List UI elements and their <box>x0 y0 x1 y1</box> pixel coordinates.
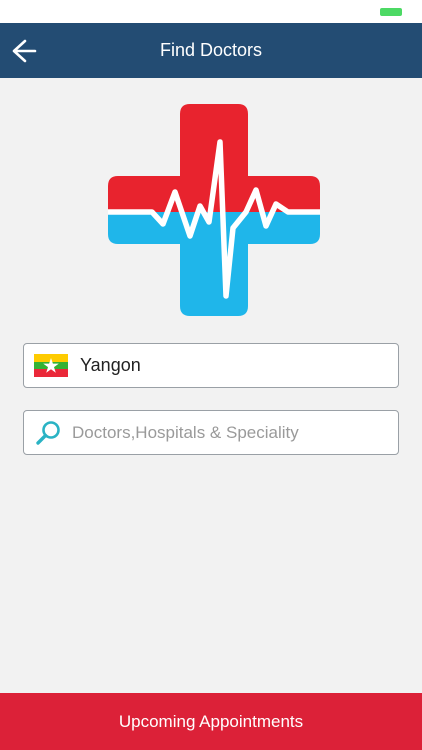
location-value: Yangon <box>80 355 141 375</box>
navigation-bar: Find Doctors <box>0 23 422 78</box>
location-selector[interactable]: Yangon <box>23 343 399 388</box>
search-field[interactable] <box>23 410 399 455</box>
upcoming-appointments-button[interactable]: Upcoming Appointments <box>0 693 422 750</box>
page-title: Find Doctors <box>159 40 263 60</box>
search-input[interactable] <box>72 422 372 443</box>
upcoming-appointments-label: Upcoming Appointments <box>118 711 304 731</box>
status-bar <box>0 0 422 23</box>
medical-cross-heartbeat-logo <box>108 104 320 316</box>
back-arrow-icon <box>12 39 37 63</box>
back-button[interactable] <box>8 35 40 67</box>
myanmar-flag-icon <box>34 354 68 377</box>
battery-icon <box>380 8 402 16</box>
find-doctors-screen: Find Doctors Yangon Doctors,Hospitals & … <box>0 0 422 750</box>
search-icon <box>36 420 60 445</box>
